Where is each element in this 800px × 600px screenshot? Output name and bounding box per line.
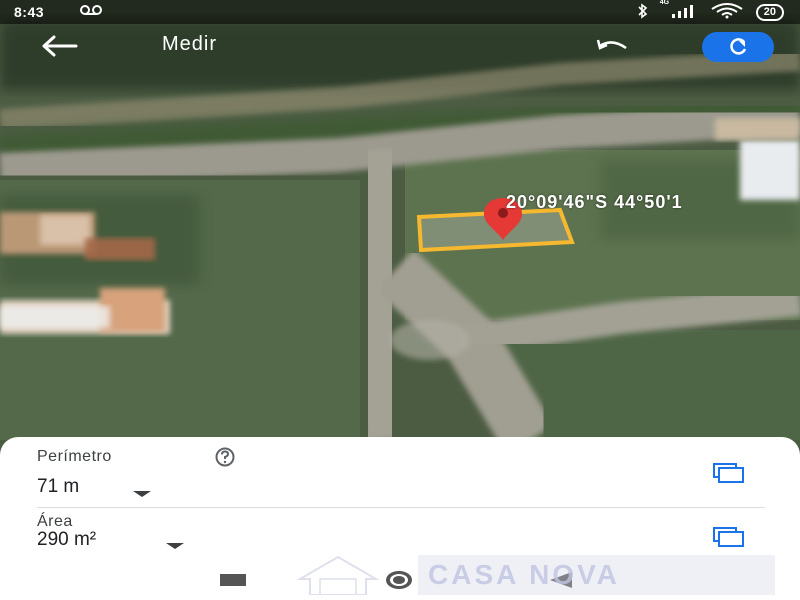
back-button[interactable] xyxy=(40,34,84,60)
status-bar: 8:43 4G 20 xyxy=(0,0,800,24)
status-time: 8:43 xyxy=(14,4,45,20)
perimeter-unit-dropdown[interactable] xyxy=(132,485,152,503)
wifi-icon xyxy=(710,3,744,22)
copy-icon xyxy=(713,527,744,547)
app-bar: Medir xyxy=(0,24,800,68)
cell-signal-icon: 4G xyxy=(659,0,698,22)
divider xyxy=(37,507,765,508)
watermark-text: CASA NOVA xyxy=(428,559,620,590)
coordinates-label: 20°09'46"S 44°50'1 xyxy=(506,192,683,212)
status-icons: 4G 20 xyxy=(638,0,784,22)
watermark: CASA NOVA xyxy=(290,555,775,595)
help-icon[interactable] xyxy=(209,446,242,468)
undo-icon xyxy=(596,39,627,50)
arrow-left-icon xyxy=(42,35,78,57)
caret-down-icon xyxy=(166,543,184,549)
copy-area-button[interactable] xyxy=(711,526,747,548)
battery-level: 20 xyxy=(763,6,776,18)
refresh-icon xyxy=(730,38,747,55)
area-unit-dropdown[interactable] xyxy=(165,537,185,555)
perimeter-label: Perímetro xyxy=(37,448,112,465)
copy-perimeter-button[interactable] xyxy=(711,462,747,484)
reset-button[interactable] xyxy=(702,32,774,62)
perimeter-value[interactable]: 71 m xyxy=(37,476,79,498)
voicemail-icon xyxy=(80,1,102,18)
house-logo-icon xyxy=(296,555,380,595)
recent-apps-button[interactable] xyxy=(220,574,246,586)
network-type-label: 4G xyxy=(659,0,670,6)
battery-icon: 20 xyxy=(755,4,784,21)
bluetooth-icon xyxy=(638,3,648,22)
area-value[interactable]: 290 m² xyxy=(37,529,96,551)
page-title: Medir xyxy=(162,33,218,55)
copy-icon xyxy=(713,463,744,483)
caret-down-icon xyxy=(133,491,151,497)
undo-button[interactable] xyxy=(594,36,632,56)
